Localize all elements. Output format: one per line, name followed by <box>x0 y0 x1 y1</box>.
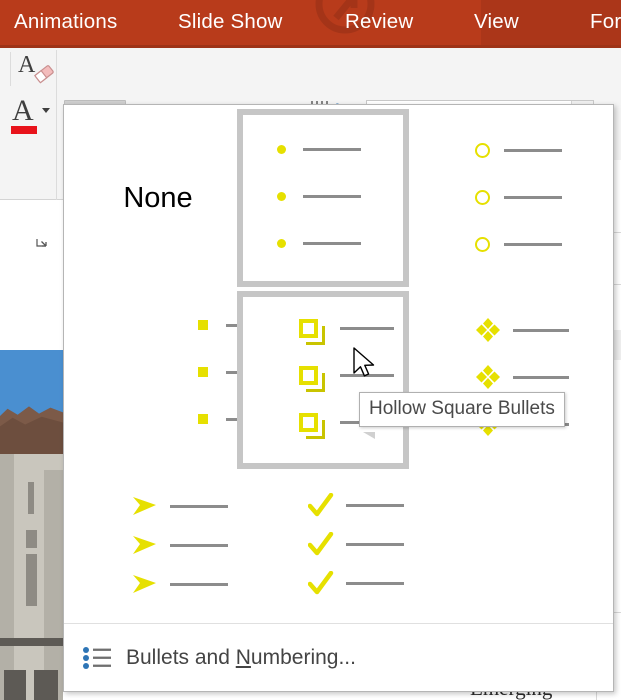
bullet-line <box>504 243 562 246</box>
photo-building-shade-right <box>44 470 63 700</box>
filled-circle-bullet <box>277 192 286 201</box>
font-color-swatch <box>11 126 37 134</box>
bullet-line <box>504 149 562 152</box>
photo-window-1 <box>28 482 34 514</box>
footer-label-before: Bullets and <box>126 645 236 669</box>
filled-circle-bullet <box>277 239 286 248</box>
mouse-cursor <box>353 347 375 377</box>
bullets-and-numbering-icon <box>83 646 111 669</box>
arrow-bullet <box>133 497 156 515</box>
bullet-line <box>170 582 228 586</box>
powerpoint-window: Animations Slide Show Review View For A … <box>0 0 621 700</box>
arrow-bullet <box>133 536 156 554</box>
hollow-square-bullet <box>299 413 325 439</box>
tab-animations[interactable]: Animations <box>14 10 117 34</box>
checkmark-bullet <box>308 493 334 517</box>
bullet-cell-filled-round[interactable] <box>237 109 409 287</box>
bullet-line <box>170 543 228 547</box>
slide-photo <box>0 350 63 700</box>
photo-building-shade-left <box>0 454 14 700</box>
checkmark-bullet <box>308 532 334 556</box>
photo-arch-2 <box>34 670 58 700</box>
filled-square-bullet <box>198 414 208 424</box>
filled-square-bullet <box>198 320 208 330</box>
bullet-line <box>303 242 361 245</box>
footer-label-after: umbering... <box>250 645 356 669</box>
bullets-and-numbering-label: Bullets and Numbering... <box>126 646 356 670</box>
bullet-line <box>340 327 394 330</box>
bullet-cell-filled-square[interactable] <box>78 295 284 465</box>
photo-ledge <box>0 638 63 646</box>
paragraph-dialog-launcher[interactable] <box>36 238 48 250</box>
bullet-cell-hollow-round[interactable] <box>415 113 585 283</box>
clear-formatting-a-glyph: A <box>18 52 36 78</box>
photo-window-2 <box>26 530 37 548</box>
bullet-line <box>504 196 562 199</box>
font-color-a-glyph: A <box>12 94 34 127</box>
bullet-line <box>170 504 228 508</box>
eraser-icon <box>34 65 54 84</box>
bullet-cell-checkmark[interactable] <box>254 477 414 637</box>
filled-square-bullet <box>198 367 208 377</box>
tab-view[interactable]: View <box>474 10 519 34</box>
bullet-line <box>346 503 404 507</box>
photo-window-3 <box>26 554 37 606</box>
bullet-line <box>346 581 404 585</box>
hollow-square-bullet <box>299 366 325 392</box>
checkmark-bullet <box>308 571 334 595</box>
bullet-line <box>346 542 404 546</box>
tab-format[interactable]: For <box>590 10 621 34</box>
bullet-cell-star[interactable] <box>415 295 585 465</box>
hollow-square-bullet <box>299 319 325 345</box>
arrow-bullet <box>133 575 156 593</box>
bullet-cell-none[interactable]: None <box>78 113 238 283</box>
clear-formatting-button[interactable]: A <box>18 52 54 86</box>
ribbon-separator-2 <box>56 50 57 200</box>
filled-circle-bullet <box>277 145 286 154</box>
tooltip-tail <box>363 432 375 439</box>
footer-label-accelerator: N <box>235 645 251 669</box>
tooltip: Hollow Square Bullets <box>359 392 565 427</box>
font-color-button[interactable]: A <box>10 94 56 134</box>
diamond-cluster-bullet <box>476 365 500 389</box>
tab-review[interactable]: Review <box>345 10 413 34</box>
bullet-line <box>513 375 569 379</box>
diamond-cluster-bullet <box>476 318 500 342</box>
bullet-line <box>303 195 361 198</box>
hollow-circle-bullet <box>475 143 490 158</box>
ribbon-tab-bar: Animations Slide Show Review View For <box>0 0 621 47</box>
hollow-circle-bullet <box>475 190 490 205</box>
bullets-and-numbering-menu-item[interactable]: Bullets and Numbering... <box>64 623 613 691</box>
bullet-cell-hollow-square[interactable] <box>237 291 409 469</box>
bullet-line <box>513 328 569 332</box>
tab-slide-show[interactable]: Slide Show <box>178 10 283 34</box>
hollow-circle-bullet <box>475 237 490 252</box>
bullet-cell-arrow[interactable] <box>78 477 238 637</box>
font-color-dropdown-arrow[interactable] <box>42 108 50 113</box>
bullets-gallery: None <box>64 105 613 637</box>
bullet-line <box>303 148 361 151</box>
ribbon-separator-1 <box>10 52 11 86</box>
photo-arch-1 <box>4 670 26 700</box>
